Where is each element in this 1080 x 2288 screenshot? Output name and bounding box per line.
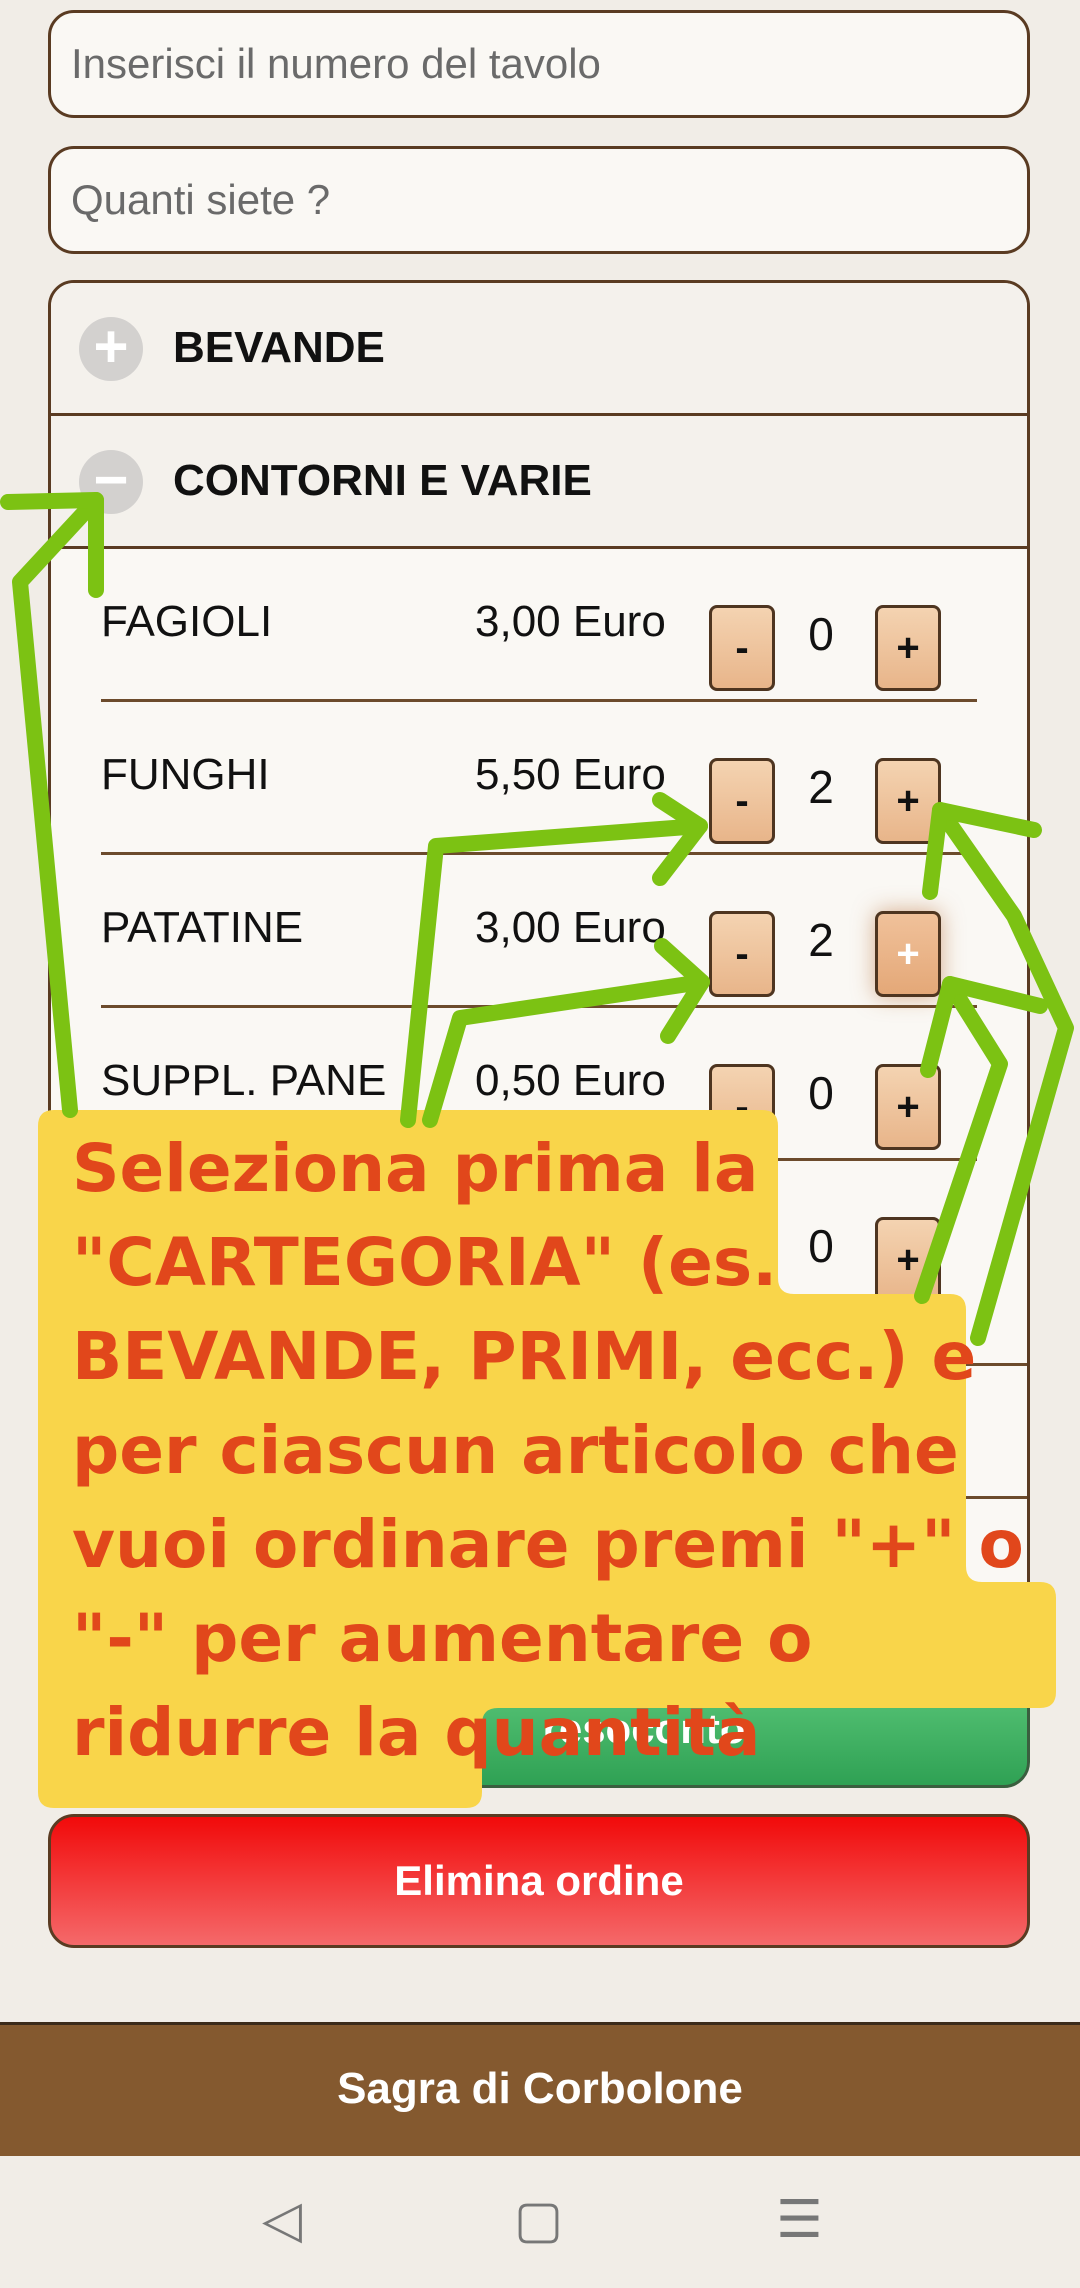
table-number-field[interactable] bbox=[48, 10, 1030, 118]
item-quantity: 0 bbox=[808, 608, 834, 660]
app-footer: Sagra di Corbolone bbox=[0, 2022, 1080, 2156]
menu-icon[interactable]: ☰ bbox=[776, 2194, 823, 2246]
guests-field[interactable] bbox=[48, 146, 1030, 254]
minus-circle-icon: − bbox=[79, 450, 143, 514]
category-bevande[interactable]: + BEVANDE bbox=[51, 283, 1027, 416]
menu-item-funghi: FUNGHI 5,50 Euro - 2 + bbox=[51, 702, 1027, 855]
guests-input[interactable] bbox=[51, 149, 1027, 251]
item-quantity: 2 bbox=[808, 914, 834, 966]
item-quantity: 0 bbox=[808, 1067, 834, 1119]
increase-button[interactable]: + bbox=[875, 911, 941, 997]
increase-button[interactable]: + bbox=[875, 758, 941, 844]
item-quantity: 2 bbox=[808, 761, 834, 813]
item-price: 3,00 Euro bbox=[475, 903, 666, 952]
item-price: 0,50 Euro bbox=[475, 1056, 666, 1105]
category-label: CONTORNI E VARIE bbox=[173, 456, 592, 505]
item-name: PATATINE bbox=[101, 903, 304, 952]
item-name: SUPPL. PANE bbox=[101, 1056, 387, 1105]
table-number-input[interactable] bbox=[51, 13, 1027, 115]
item-price: 5,50 Euro bbox=[475, 750, 666, 799]
plus-circle-icon: + bbox=[79, 317, 143, 381]
tutorial-callout-text: Seleziona prima la "CARTEGORIA" (es. BEV… bbox=[72, 1130, 1024, 1771]
menu-item-fagioli: FAGIOLI 3,00 Euro - 0 + bbox=[51, 549, 1027, 702]
category-contorni[interactable]: − CONTORNI E VARIE bbox=[51, 416, 1027, 549]
back-icon[interactable]: ◁ bbox=[262, 2194, 302, 2246]
delete-order-button[interactable]: Elimina ordine bbox=[48, 1814, 1030, 1948]
increase-button[interactable]: + bbox=[875, 605, 941, 691]
category-label: BEVANDE bbox=[173, 323, 385, 372]
system-nav-bar: ◁ ▢ ☰ bbox=[0, 2156, 1080, 2288]
decrease-button[interactable]: - bbox=[709, 911, 775, 997]
home-icon[interactable]: ▢ bbox=[514, 2194, 563, 2246]
decrease-button[interactable]: - bbox=[709, 605, 775, 691]
menu-item-patatine: PATATINE 3,00 Euro - 2 + bbox=[51, 855, 1027, 1008]
decrease-button[interactable]: - bbox=[709, 758, 775, 844]
item-name: FUNGHI bbox=[101, 750, 270, 799]
item-price: 3,00 Euro bbox=[475, 597, 666, 646]
item-name: FAGIOLI bbox=[101, 597, 273, 646]
